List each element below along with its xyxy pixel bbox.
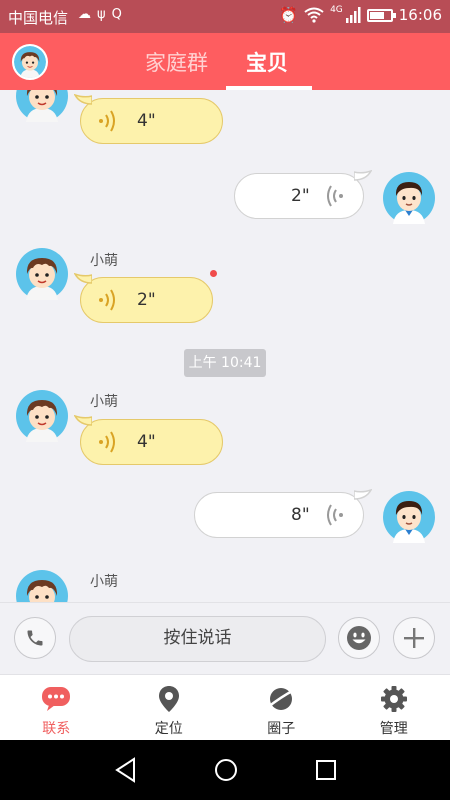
tab-baby[interactable]: 宝贝 [246,47,288,77]
usb-icon: ψ [97,7,106,22]
nav-label: 圈子 [267,721,296,737]
sender-name: 小萌 [90,574,118,590]
emoji-button[interactable] [338,617,380,659]
home-icon[interactable] [213,757,239,783]
tab-family-group[interactable]: 家庭群 [145,47,208,77]
voice-duration: 2" [291,186,310,206]
app-header: 家庭群 宝贝 [0,33,450,90]
unread-dot [210,270,217,277]
nav-label: 联系 [42,721,71,737]
nav-item-manage[interactable]: 管理 [338,675,450,740]
voice-duration: 2" [137,290,156,310]
voice-wave-icon [327,185,343,207]
cloud-icon: ☁ [78,7,91,22]
boy-avatar-icon [16,90,68,122]
nav-item-contact[interactable]: 联系 [0,675,113,740]
chat-bubble-icon [42,687,70,711]
voice-wave-icon [99,289,115,311]
voice-message-bubble[interactable]: 2" [74,273,213,323]
voice-message-bubble[interactable]: 4" [74,94,223,144]
sender-avatar[interactable] [16,248,68,300]
time-separator: 上午 10:41 [184,349,266,377]
voice-message-bubble[interactable]: 4" [74,415,223,465]
my-avatar[interactable] [383,491,435,543]
phone-icon [27,630,43,646]
man-avatar-icon [383,172,435,224]
location-pin-icon [158,686,179,712]
profile-avatar[interactable] [12,44,48,80]
voice-duration: 8" [291,505,310,525]
battery-icon [366,8,396,22]
call-button[interactable] [14,617,56,659]
voice-duration: 4" [137,432,156,452]
boy-avatar-icon [14,46,46,78]
voice-message-bubble[interactable]: 8" [194,489,372,538]
voice-message-bubble[interactable]: 2" [234,170,372,219]
sender-name: 小萌 [90,394,118,410]
voice-wave-icon [99,110,115,132]
nav-label: 管理 [379,721,408,737]
planet-icon [267,688,295,710]
sender-avatar[interactable] [16,90,68,122]
sender-avatar[interactable] [16,570,68,602]
boy-avatar-icon [16,248,68,300]
voice-wave-icon [327,504,343,526]
plus-icon [404,628,424,648]
back-icon[interactable] [114,757,138,783]
sender-avatar[interactable] [16,390,68,442]
wifi-icon [304,7,324,23]
app-notification-icon: Q [111,7,122,22]
network-type-label: 4G [330,5,343,15]
more-button[interactable] [393,617,435,659]
my-avatar[interactable] [383,172,435,224]
system-nav-bar [0,740,450,800]
voice-duration: 4" [137,111,156,131]
boy-avatar-icon [16,390,68,442]
recents-icon[interactable] [314,757,338,783]
boy-avatar-icon [16,570,68,602]
man-avatar-icon [383,491,435,543]
smiley-icon [347,626,371,650]
bottom-nav: 联系 定位 圈子 管理 [0,674,450,740]
alarm-icon: ⏰ [279,6,299,24]
sender-name: 小萌 [90,253,118,269]
gear-icon [380,686,407,712]
nav-item-circle[interactable]: 圈子 [225,675,338,740]
voice-wave-icon [99,431,115,453]
chat-list[interactable]: 4" 2" 小萌 2" 上午 10:41 小萌 4" 8" 小萌 [0,90,450,602]
input-bar: 按住说话 [0,602,450,674]
hold-to-talk-button[interactable]: 按住说话 [69,616,326,662]
carrier-label: 中国电信 [8,9,69,27]
nav-label: 定位 [154,721,183,737]
clock: 16:06 [398,6,442,24]
nav-item-location[interactable]: 定位 [113,675,226,740]
status-bar: 中国电信 ☁ ψ Q ⏰ 4G 16:06 [0,0,450,33]
signal-icon [345,7,361,23]
